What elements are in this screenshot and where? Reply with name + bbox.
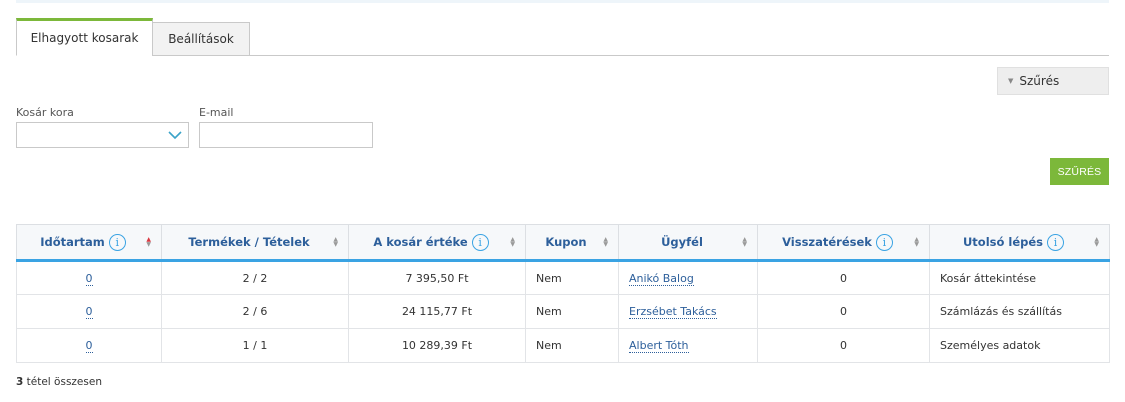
col-header-label: Visszatérések bbox=[782, 235, 872, 249]
cart-value-cell: 24 115,77 Ft bbox=[348, 294, 526, 329]
col-duration[interactable]: Időtartam i ▲ ▼ bbox=[16, 224, 162, 262]
sort-icon[interactable]: ▲ ▼ bbox=[914, 237, 919, 248]
duration-link[interactable]: 0 bbox=[85, 305, 93, 319]
col-header-label: Kupon bbox=[545, 235, 587, 249]
sort-icon[interactable]: ▲ ▼ bbox=[603, 237, 608, 248]
total-suffix: tétel összesen bbox=[23, 376, 102, 388]
total-count: 3 tétel összesen bbox=[16, 376, 102, 388]
info-icon[interactable]: i bbox=[1047, 233, 1065, 251]
sort-icon[interactable]: ▲ ▼ bbox=[510, 237, 515, 248]
last-step-cell: Számlázás és szállítás bbox=[929, 294, 1110, 329]
filter-submit-button[interactable]: SZŰRÉS bbox=[1050, 158, 1109, 185]
returns-cell: 0 bbox=[757, 260, 930, 295]
cart-age-label: Kosár kora bbox=[16, 106, 74, 119]
coupon-cell: Nem bbox=[525, 294, 619, 329]
info-icon[interactable]: i bbox=[875, 233, 893, 251]
table-header-row: Időtartam i ▲ ▼ Termékek / Tételek ▲ ▼ A ko… bbox=[16, 224, 1110, 262]
table-row: 0 1 / 1 10 289,39 Ft Nem Albert Tóth 0 S… bbox=[16, 328, 1110, 363]
tab-abandoned-carts[interactable]: Elhagyott kosarak bbox=[16, 18, 153, 56]
tab-bar: Elhagyott kosarak Beállítások bbox=[16, 18, 1109, 56]
cart-value-cell: 7 395,50 Ft bbox=[348, 260, 526, 295]
info-icon[interactable]: i bbox=[471, 233, 489, 251]
sort-icon[interactable]: ▲ ▼ bbox=[333, 237, 338, 248]
filter-toggle-button[interactable]: ▼ Szűrés bbox=[997, 67, 1109, 95]
caret-down-icon: ▼ bbox=[1008, 77, 1014, 85]
sort-icon[interactable]: ▲ ▼ bbox=[146, 237, 151, 248]
items-cell: 2 / 2 bbox=[161, 260, 349, 295]
duration-link[interactable]: 0 bbox=[85, 271, 93, 286]
sort-icon[interactable]: ▲ ▼ bbox=[1094, 237, 1099, 248]
table-row: 0 2 / 6 24 115,77 Ft Nem Erzsébet Takács… bbox=[16, 294, 1110, 329]
chevron-down-icon bbox=[168, 131, 182, 140]
cart-value-cell: 10 289,39 Ft bbox=[348, 328, 526, 363]
col-header-label: Utolsó lépés bbox=[962, 235, 1044, 249]
duration-link[interactable]: 0 bbox=[85, 339, 93, 353]
top-strip bbox=[16, 0, 1109, 3]
customer-link[interactable]: Anikó Balog bbox=[629, 271, 694, 286]
items-cell: 2 / 6 bbox=[161, 294, 349, 329]
sort-icon[interactable]: ▲ ▼ bbox=[742, 237, 747, 248]
col-items[interactable]: Termékek / Tételek ▲ ▼ bbox=[161, 224, 349, 262]
col-returns[interactable]: Visszatérések i ▲ ▼ bbox=[757, 224, 930, 262]
col-header-label: Időtartam bbox=[40, 235, 105, 249]
abandoned-carts-table: Időtartam i ▲ ▼ Termékek / Tételek ▲ ▼ A ko… bbox=[16, 224, 1110, 363]
last-step-cell: Személyes adatok bbox=[929, 328, 1110, 363]
last-step-cell: Kosár áttekintése bbox=[929, 260, 1110, 295]
col-header-label: A kosár értéke bbox=[373, 235, 468, 249]
col-header-label: Ügyfél bbox=[661, 235, 703, 249]
col-coupon[interactable]: Kupon ▲ ▼ bbox=[525, 224, 619, 262]
email-label: E-mail bbox=[199, 106, 234, 119]
col-header-label: Termékek / Tételek bbox=[188, 235, 310, 249]
coupon-cell: Nem bbox=[525, 260, 619, 295]
table-row: 0 2 / 2 7 395,50 Ft Nem Anikó Balog 0 Ko… bbox=[16, 260, 1110, 295]
col-cart-value[interactable]: A kosár értéke i ▲ ▼ bbox=[348, 224, 526, 262]
tab-settings[interactable]: Beállítások bbox=[152, 22, 250, 56]
col-last-step[interactable]: Utolsó lépés i ▲ ▼ bbox=[929, 224, 1110, 262]
returns-cell: 0 bbox=[757, 328, 930, 363]
returns-cell: 0 bbox=[757, 294, 930, 329]
customer-link[interactable]: Erzsébet Takács bbox=[629, 305, 717, 319]
info-icon[interactable]: i bbox=[108, 233, 126, 251]
filter-toggle-label: Szűrés bbox=[1019, 74, 1060, 88]
cart-age-select[interactable] bbox=[16, 122, 189, 148]
email-input[interactable] bbox=[199, 122, 373, 148]
customer-link[interactable]: Albert Tóth bbox=[629, 339, 689, 353]
coupon-cell: Nem bbox=[525, 328, 619, 363]
col-customer[interactable]: Ügyfél ▲ ▼ bbox=[618, 224, 758, 262]
items-cell: 1 / 1 bbox=[161, 328, 349, 363]
